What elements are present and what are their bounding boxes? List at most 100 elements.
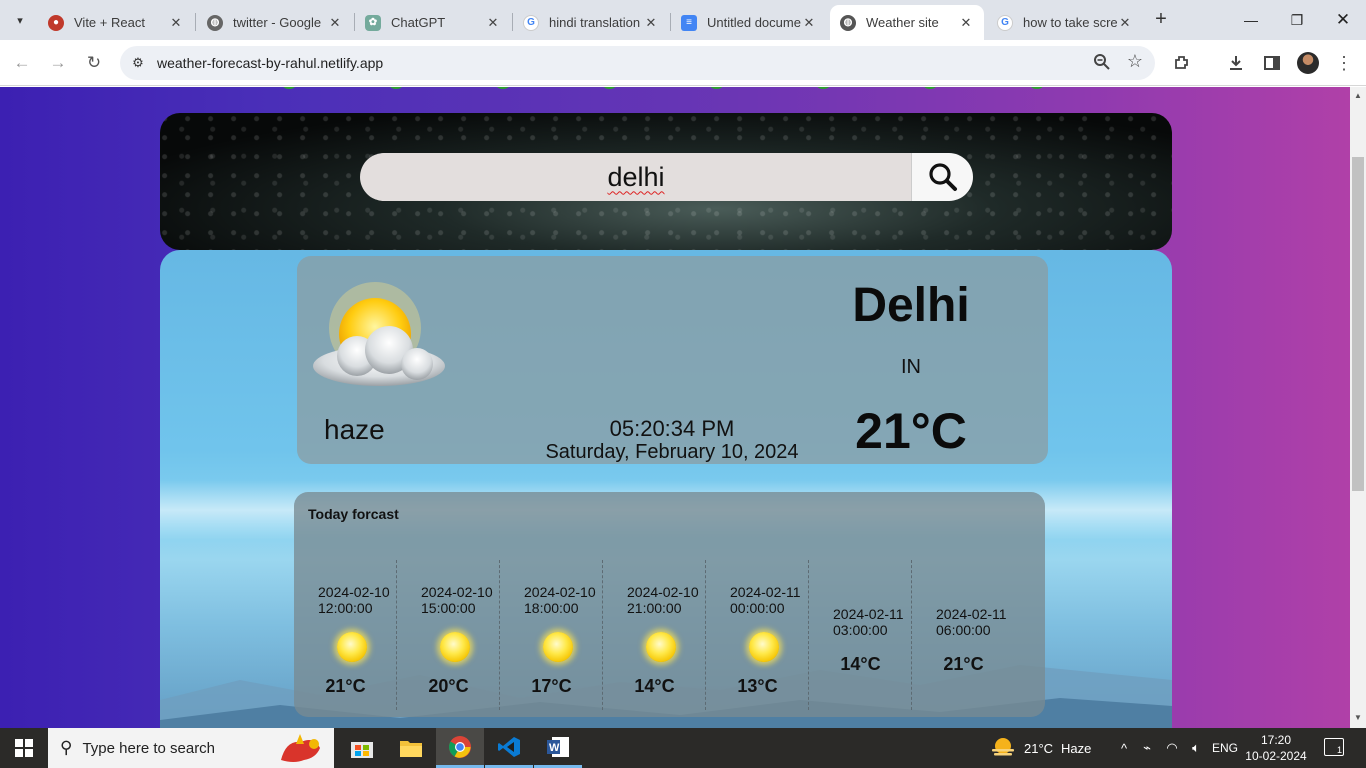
volume-icon[interactable]: 🔈︎ xyxy=(1184,740,1208,756)
search-icon xyxy=(928,163,957,191)
forecast-datetime: 2024-02-10 18:00:00 xyxy=(524,584,596,616)
page-scrollbar[interactable]: ▲ ▼ xyxy=(1350,87,1366,728)
address-bar[interactable]: ⚙ weather-forecast-by-rahul.netlify.app … xyxy=(120,46,1155,80)
chevron-up-icon[interactable]: ^ xyxy=(1114,741,1134,756)
forward-button[interactable]: → xyxy=(46,51,70,75)
tab-hindi-translation[interactable]: G hindi translation ✕ xyxy=(513,5,669,40)
reload-button[interactable]: ↻ xyxy=(82,51,106,75)
forecast-temp: 20°C xyxy=(428,676,469,696)
close-tab-icon[interactable]: ✕ xyxy=(643,15,659,31)
tab-how-to-take-screenshot[interactable]: G how to take scre ✕ xyxy=(987,5,1143,40)
taskbar-chrome[interactable] xyxy=(436,728,484,768)
current-weather-card: Delhi IN 21°C haze 05:20:34 PM Saturday,… xyxy=(297,256,1048,464)
download-icon[interactable] xyxy=(1224,51,1248,75)
tab-title: Weather site xyxy=(866,15,939,30)
side-panel-icon[interactable] xyxy=(1260,51,1284,75)
back-button[interactable]: ← xyxy=(10,51,34,75)
tab-twitter-google[interactable]: ◍ twitter - Google ✕ xyxy=(197,5,353,40)
taskbar-weather-condition: Haze xyxy=(1061,740,1092,756)
country-code: IN xyxy=(901,356,921,378)
today-forecast-panel: Today forcast 2024-02-10 12:00:00 21°C 20… xyxy=(294,492,1045,717)
partly-cloudy-icon xyxy=(313,282,445,386)
tab-vite-react[interactable]: ● Vite + React ✕ xyxy=(38,5,194,40)
forecast-temp: 14°C xyxy=(840,654,881,674)
windows-logo-icon xyxy=(15,739,33,757)
docs-favicon-icon: ≡ xyxy=(681,14,697,31)
system-tray-icons: ^ ⌁ ◠ 🔈︎ xyxy=(1114,728,1208,768)
search-input-value[interactable]: delhi xyxy=(607,162,664,193)
scroll-down-arrow-icon[interactable]: ▼ xyxy=(1354,713,1362,722)
tab-weather-site[interactable]: ◍ Weather site ✕ xyxy=(830,5,984,40)
minimize-button[interactable]: — xyxy=(1228,0,1274,40)
taskbar-word[interactable]: W xyxy=(534,728,582,768)
scrollbar-thumb[interactable] xyxy=(1352,157,1364,491)
taskbar-file-explorer[interactable] xyxy=(387,728,435,768)
current-temperature: 21°C xyxy=(855,403,967,459)
taskbar-clock[interactable]: 17:20 10-02-2024 xyxy=(1236,732,1316,764)
search-button[interactable] xyxy=(911,153,973,201)
start-button[interactable] xyxy=(0,728,48,768)
profile-avatar[interactable] xyxy=(1297,52,1319,74)
forecast-item: 2024-02-10 12:00:00 21°C xyxy=(294,560,397,710)
zoom-icon[interactable] xyxy=(1093,53,1111,75)
forecast-datetime: 2024-02-11 06:00:00 xyxy=(936,606,1007,638)
extensions-icon[interactable] xyxy=(1170,51,1194,75)
notification-center-icon[interactable]: 1 xyxy=(1324,738,1344,756)
close-tab-icon[interactable]: ✕ xyxy=(485,15,501,31)
taskbar-search-box[interactable]: ⚲ Type here to search xyxy=(48,728,334,768)
weather-page: ● ● ● ● ● ● ● ● delhi xyxy=(0,87,1350,728)
forecast-temp: 21°C xyxy=(325,676,366,696)
store-icon xyxy=(351,742,373,758)
taskbar-weather[interactable]: 21°C Haze xyxy=(990,728,1091,768)
language-indicator[interactable]: ENG xyxy=(1212,728,1238,768)
city-search-input[interactable]: delhi xyxy=(360,153,912,201)
search-panel: delhi xyxy=(160,113,1172,250)
tab-untitled-document[interactable]: ≡ Untitled docume ✕ xyxy=(671,5,827,40)
forecast-item: 2024-02-11 03:00:00 14°C xyxy=(809,560,912,710)
sun-icon xyxy=(440,632,470,662)
taskbar-search-placeholder[interactable]: Type here to search xyxy=(82,740,215,757)
menu-kebab-icon[interactable]: ⋮ xyxy=(1332,51,1356,75)
tab-title: Vite + React xyxy=(74,15,145,30)
search-highlight-dragon-icon[interactable] xyxy=(276,730,326,766)
battery-plug-icon[interactable]: ⌁ xyxy=(1134,740,1160,756)
close-tab-icon[interactable]: ✕ xyxy=(801,15,817,31)
forecast-item: 2024-02-11 00:00:00 13°C xyxy=(706,560,809,710)
notification-count: 1 xyxy=(1336,745,1342,755)
close-tab-icon[interactable]: ✕ xyxy=(958,15,974,31)
forecast-temp: 14°C xyxy=(634,676,675,696)
url-text[interactable]: weather-forecast-by-rahul.netlify.app xyxy=(157,55,383,71)
browser-toolbar: ← → ↻ ⚙ weather-forecast-by-rahul.netlif… xyxy=(0,40,1366,86)
close-tab-icon[interactable]: ✕ xyxy=(1117,15,1133,31)
tab-search-button[interactable]: ▾ xyxy=(8,8,32,32)
new-tab-button[interactable]: + xyxy=(1150,8,1172,30)
forecast-temp: 13°C xyxy=(737,676,778,696)
site-settings-icon[interactable]: ⚙ xyxy=(128,53,148,73)
forecast-item: 2024-02-10 15:00:00 20°C xyxy=(397,560,500,710)
folder-icon xyxy=(400,741,422,757)
restore-button[interactable]: ❐ xyxy=(1274,0,1320,40)
forecast-item: 2024-02-10 18:00:00 17°C xyxy=(500,560,603,710)
local-time: 05:20:34 PM xyxy=(609,416,735,441)
forecast-datetime: 2024-02-11 03:00:00 xyxy=(833,606,904,638)
taskbar-vscode[interactable] xyxy=(485,728,533,768)
forecast-temp: 17°C xyxy=(531,676,572,696)
clock-date: 10-02-2024 xyxy=(1245,749,1307,763)
close-window-button[interactable]: ✕ xyxy=(1320,0,1366,40)
close-tab-icon[interactable]: ✕ xyxy=(168,15,184,31)
forecast-item: 2024-02-10 21:00:00 14°C xyxy=(603,560,706,710)
google-favicon-icon: G xyxy=(997,14,1013,31)
sun-icon xyxy=(646,632,676,662)
city-name: Delhi xyxy=(852,279,970,332)
wifi-icon[interactable]: ◠ xyxy=(1160,740,1184,756)
pizza-favicon-icon: ● xyxy=(48,14,64,31)
tab-chatgpt[interactable]: ✿ ChatGPT ✕ xyxy=(355,5,511,40)
taskbar-store-app[interactable] xyxy=(338,728,386,768)
forecast-item: 2024-02-11 06:00:00 21°C xyxy=(912,560,1015,710)
bookmark-star-icon[interactable]: ☆ xyxy=(1127,51,1143,72)
chrome-icon xyxy=(449,735,471,758)
search-icon: ⚲ xyxy=(60,738,73,757)
vscode-icon xyxy=(498,736,520,757)
close-tab-icon[interactable]: ✕ xyxy=(327,15,343,31)
scroll-up-arrow-icon[interactable]: ▲ xyxy=(1354,91,1362,100)
